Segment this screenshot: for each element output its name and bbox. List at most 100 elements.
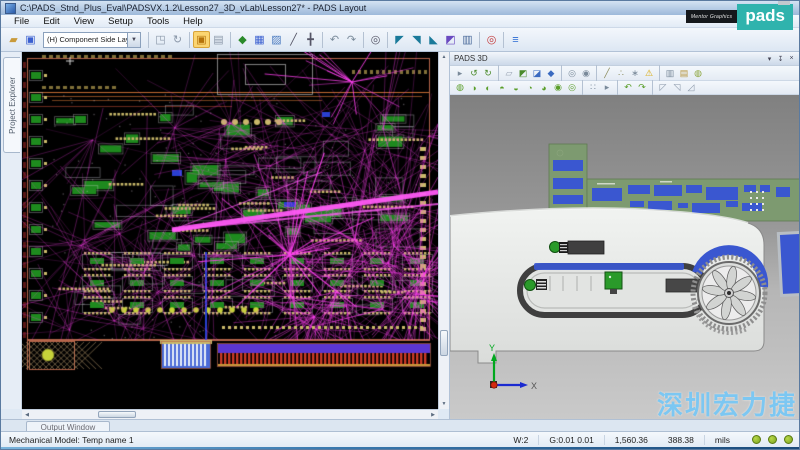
upper-dark-component[interactable] [550, 241, 605, 254]
view-right-icon[interactable]: ◓ [495, 82, 509, 94]
pads-3d-panel: PADS 3D ▾↧× ▸↺↻▱◩◪◆◎◉╱∴∗⚠▥▤◍ ◍◑◐◓◒◔◕◉◎∷▸… [449, 52, 800, 419]
view-bottom-icon[interactable]: ◔ [523, 82, 537, 94]
rotate-left-icon[interactable]: ↺ [467, 67, 481, 79]
menu-setup[interactable]: Setup [101, 16, 140, 27]
scroll-down-icon[interactable]: ▼ [439, 399, 449, 409]
grid-dots-icon[interactable]: ∷ [586, 82, 600, 94]
status-indicator-icon[interactable] [768, 435, 777, 444]
toolbar-icons-b: ◳↻ ▣▤ ◆▦▨╱╋ ↶↷ ◎ ◤◥◣◩▥ ◎ ≡ [145, 31, 524, 48]
open-file-icon[interactable]: ▰ [5, 31, 22, 48]
toolbar-separator [498, 65, 499, 81]
pan-view-icon[interactable]: ▱ [502, 67, 516, 79]
view-back-icon[interactable]: ◑ [467, 82, 481, 94]
toolbar-separator [617, 80, 618, 96]
scroll-up-icon[interactable]: ▲ [439, 52, 449, 62]
status-indicator-icon[interactable] [784, 435, 793, 444]
rotate-right-icon[interactable]: ↻ [481, 67, 495, 79]
save-file-icon[interactable]: ▣ [22, 31, 39, 48]
scene-3d: Y X [450, 95, 800, 422]
pcb-layout-canvas[interactable] [22, 52, 438, 409]
side-panel-3d[interactable] [778, 232, 800, 295]
verify-design-icon[interactable]: ◩ [442, 31, 459, 48]
horizontal-scrollbar[interactable]: ◀ ▶ [22, 409, 438, 419]
toolbar-icons-a: ▰▣ [5, 31, 39, 48]
camera-preset-2-icon[interactable]: ◹ [670, 82, 684, 94]
filter-clear-icon[interactable]: ◣ [425, 31, 442, 48]
menu-edit[interactable]: Edit [36, 16, 66, 27]
clipboard-viewer-icon[interactable]: ▤ [210, 31, 227, 48]
pads-layout-window: C:\PADS_Stnd_Plus_Eval\PADSVX.1.2\Lesson… [0, 0, 800, 450]
link-3d-icon[interactable]: ≡ [507, 31, 524, 48]
redo-3d-icon[interactable]: ↷ [635, 82, 649, 94]
zoom-icon[interactable]: ◎ [367, 31, 384, 48]
layer-selector[interactable]: (H) Component Side Lay ▼ [43, 32, 141, 48]
filter-highlight-icon[interactable]: ◥ [408, 31, 425, 48]
menu-file[interactable]: File [7, 16, 36, 27]
vscroll-thumb[interactable] [440, 330, 448, 356]
vertical-scrollbar[interactable]: ▲ ▼ [438, 52, 449, 409]
undo-icon[interactable]: ↶ [326, 31, 343, 48]
pane-close-icon[interactable]: × [786, 54, 797, 64]
axis-x-label: X [531, 381, 537, 391]
move-object-icon[interactable]: ╋ [302, 31, 319, 48]
app-icon [5, 3, 16, 14]
zoom-fit-icon[interactable]: ◉ [579, 67, 593, 79]
project-explorer-tab[interactable]: Project Explorer [3, 57, 20, 153]
status-bar: Mechanical Model: Temp name 1 W:2 G:0.01… [1, 431, 800, 447]
brand-logo: Mentor Graphics pads [686, 4, 793, 30]
zoom-window-icon[interactable]: ◎ [565, 67, 579, 79]
status-line-width[interactable]: W:2 [503, 435, 538, 445]
status-units[interactable]: mils [704, 435, 740, 445]
menu-tools[interactable]: Tools [140, 16, 176, 27]
pane-menu-icon[interactable]: ▾ [764, 54, 775, 64]
select-pointer-icon[interactable]: ▸ [453, 67, 467, 79]
spin-cw-icon[interactable]: ◉ [551, 82, 565, 94]
status-message: Mechanical Model: Temp name 1 [9, 435, 134, 445]
viewport-3d[interactable]: Y X 深圳宏力捷 [450, 95, 800, 422]
view-left-icon[interactable]: ◐ [481, 82, 495, 94]
camera-preset-3-icon[interactable]: ◿ [684, 82, 698, 94]
pick-entity-icon[interactable]: ▸ [600, 82, 614, 94]
measure-point-icon[interactable]: ∴ [614, 67, 628, 79]
status-indicator-icon[interactable] [752, 435, 761, 444]
status-grid[interactable]: G:0.01 0.01 [538, 435, 603, 445]
zoom-out-icon[interactable]: ◎ [483, 31, 500, 48]
spin-ccw-icon[interactable]: ◎ [565, 82, 579, 94]
view-top-icon[interactable]: ◒ [509, 82, 523, 94]
chevron-down-icon[interactable]: ▼ [127, 33, 140, 47]
menu-help[interactable]: Help [176, 16, 210, 27]
pads-3d-toolbar-1: ▸↺↻ ▱◩◪◆ ◎◉ ╱∴∗⚠ ▥▤◍ [450, 66, 800, 81]
view-iso-icon[interactable]: ◕ [537, 82, 551, 94]
drafting-toolbar-icon[interactable]: ▣ [193, 31, 210, 48]
view-front-icon[interactable]: ◍ [453, 82, 467, 94]
toolbar-separator [363, 32, 364, 48]
window-restore-icon[interactable]: ◳ [152, 31, 169, 48]
export-model-icon[interactable]: ▤ [677, 67, 691, 79]
import-model-icon[interactable]: ◍ [691, 67, 705, 79]
board-top-view-icon[interactable]: ◩ [516, 67, 530, 79]
camera-preset-1-icon[interactable]: ◸ [656, 82, 670, 94]
filter-select-icon[interactable]: ◤ [391, 31, 408, 48]
redo-icon[interactable]: ↷ [343, 31, 360, 48]
eco-mode-icon[interactable]: ◆ [234, 31, 251, 48]
undo-3d-icon[interactable]: ↶ [621, 82, 635, 94]
menu-view[interactable]: View [67, 16, 101, 27]
snapshot-icon[interactable]: ▥ [663, 67, 677, 79]
pads-3d-titlebar[interactable]: PADS 3D ▾↧× [450, 52, 800, 66]
clearance-warning-icon[interactable]: ⚠ [642, 67, 656, 79]
snap-mode-icon[interactable]: ∗ [628, 67, 642, 79]
output-row: Output Window [1, 419, 800, 431]
status-indicators [752, 435, 793, 444]
pads-logo-text: pads [745, 6, 785, 25]
title-bar[interactable]: C:\PADS_Stnd_Plus_Eval\PADSVX.1.2\Lesson… [1, 1, 800, 15]
board-iso-view-icon[interactable]: ◆ [544, 67, 558, 79]
design-grid-icon[interactable]: ▦ [251, 31, 268, 48]
add-route-icon[interactable]: ╱ [285, 31, 302, 48]
hscroll-thumb[interactable] [98, 411, 136, 418]
redraw-view-icon[interactable]: ↻ [169, 31, 186, 48]
board-bottom-view-icon[interactable]: ◪ [530, 67, 544, 79]
measure-distance-icon[interactable]: ╱ [600, 67, 614, 79]
board-photo-icon[interactable]: ▨ [268, 31, 285, 48]
pane-pin-icon[interactable]: ↧ [775, 54, 786, 64]
basic-scripts-icon[interactable]: ▥ [459, 31, 476, 48]
